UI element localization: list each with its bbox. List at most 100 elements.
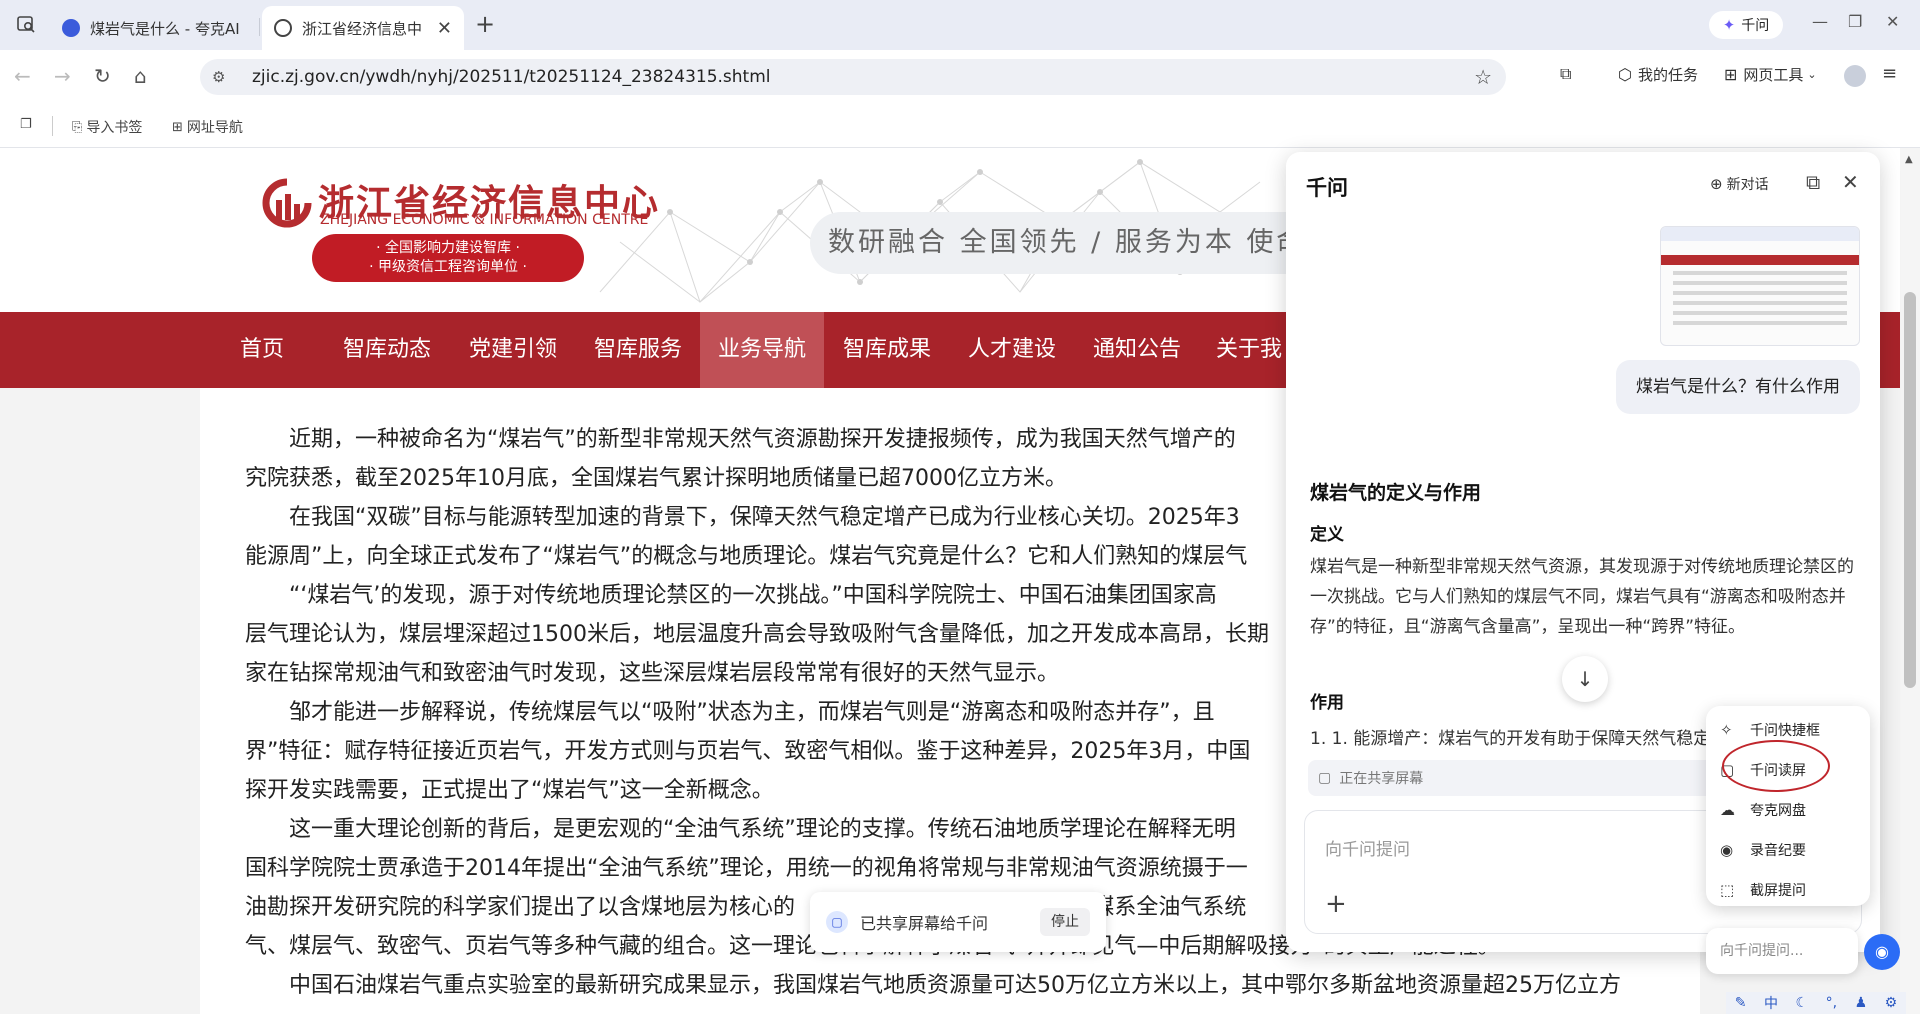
- qianwen-button[interactable]: ✦ 千问: [1709, 11, 1783, 39]
- menu-item-label: 录音纪要: [1750, 843, 1806, 859]
- ime-user-icon[interactable]: ♟: [1855, 995, 1868, 1011]
- bookmark-label: 网址导航: [186, 120, 243, 136]
- nav-notices[interactable]: 通知公告: [1074, 312, 1200, 388]
- qianwen-float-menu: ✧ 千问快捷框 ▢ 千问读屏 ☁ 夸克网盘 ◉ 录音纪要 ⬚ 截屏提问: [1706, 706, 1870, 906]
- sharing-status-text: 正在共享屏幕: [1339, 771, 1424, 787]
- bookmark-bar: ❐ ⎘ 导入书签 ⊞ 网址导航: [0, 104, 1920, 148]
- extensions-icon[interactable]: ⧉: [1560, 64, 1577, 84]
- new-chat-label: 新对话: [1726, 177, 1769, 193]
- scroll-up-icon[interactable]: ▲: [1905, 154, 1913, 165]
- badge-line: · 全国影响力建设智库 ·: [376, 240, 520, 256]
- site-slogan: 数研融合 全国领先 / 服务为本 使命: [810, 212, 1303, 274]
- nav-business[interactable]: 业务导航: [700, 312, 824, 388]
- highlight-circle: [1722, 740, 1830, 792]
- answer-definition: 煤岩气是一种新型非常规天然气资源，其发现源于对传统地质理论禁区的一次挑战。它与人…: [1310, 557, 1854, 637]
- menu-item-cloud-drive[interactable]: ☁ 夸克网盘: [1720, 796, 1806, 824]
- quick-box-icon: ✧: [1720, 721, 1733, 739]
- screen-share-bar: ▢ 已共享屏幕给千问 停止: [810, 892, 1106, 952]
- reload-icon[interactable]: ↻: [94, 64, 111, 88]
- nav-home[interactable]: 首页: [220, 312, 304, 388]
- new-tab-icon[interactable]: +: [475, 10, 495, 38]
- screen-share-icon: ▢: [1318, 770, 1332, 786]
- tab-title: 煤岩气是什么 - 夸克AI: [90, 19, 240, 38]
- menu-item-label: 夸克网盘: [1750, 803, 1806, 819]
- menu-item-recording[interactable]: ◉ 录音纪要: [1720, 836, 1806, 864]
- scrollbar-thumb[interactable]: [1904, 292, 1916, 688]
- recording-icon: ◉: [1720, 841, 1734, 859]
- my-tasks-button[interactable]: ⬡ 我的任务: [1618, 64, 1698, 85]
- site-logo-en: ZHEJIANG ECONOMIC & INFORMATION CENTRE: [320, 212, 649, 228]
- web-tools-button[interactable]: ⊞ 网页工具 ⌄: [1724, 64, 1817, 85]
- screenshot-thumbnail[interactable]: [1660, 226, 1860, 346]
- nav-about[interactable]: 关于我: [1200, 312, 1286, 388]
- site-badge: · 全国影响力建设智库 · · 甲级资信工程咨询单位 ·: [312, 234, 584, 282]
- restore-icon[interactable]: ❐: [1848, 12, 1862, 31]
- bookmark-nav[interactable]: ⊞ 网址导航: [172, 117, 243, 137]
- tab-close-icon[interactable]: ✕: [437, 18, 452, 39]
- nav-think-tank-news[interactable]: 智库动态: [324, 312, 450, 388]
- ime-moon-icon[interactable]: ☾: [1796, 995, 1809, 1011]
- grid-icon: ⊞: [1724, 65, 1738, 84]
- bookmark-star-icon[interactable]: ☆: [1474, 65, 1492, 89]
- site-favicon-icon: [274, 19, 292, 37]
- article-line: 中国石油煤岩气重点实验室的最新研究成果显示，我国煤岩气地质资源量可达50万亿立方…: [245, 973, 1621, 998]
- panel-close-icon[interactable]: ✕: [1842, 170, 1859, 194]
- avatar[interactable]: [1844, 65, 1866, 87]
- nav-achievements[interactable]: 智库成果: [824, 312, 950, 388]
- scroll-down-icon[interactable]: ↓: [1562, 656, 1608, 702]
- menu-item-label: 千问快捷框: [1750, 723, 1820, 739]
- screen-share-icon: ▢: [826, 911, 848, 933]
- address-bar[interactable]: ⚙ zjic.zj.gov.cn/ywdh/nyhj/202511/t20251…: [200, 59, 1506, 95]
- popout-icon[interactable]: ⧉: [1806, 170, 1820, 194]
- user-message: 煤岩气是什么？有什么作用: [1616, 360, 1860, 414]
- answer-section-title: 定义: [1310, 525, 1344, 545]
- ime-edit-icon[interactable]: ✎: [1735, 995, 1747, 1011]
- panel-title: 千问: [1306, 176, 1348, 200]
- mini-ask-input[interactable]: 向千问提问...: [1706, 928, 1858, 974]
- menu-item-label: 截屏提问: [1750, 883, 1806, 899]
- ime-punct-icon[interactable]: °,: [1826, 995, 1837, 1011]
- attach-plus-icon[interactable]: +: [1325, 889, 1347, 919]
- bookmark-import[interactable]: ⎘ 导入书签: [72, 117, 142, 137]
- close-window-icon[interactable]: ✕: [1886, 12, 1899, 31]
- quark-favicon-icon: [62, 19, 80, 37]
- chevron-down-icon: ⌄: [1807, 68, 1817, 81]
- menu-item-screenshot[interactable]: ⬚ 截屏提问: [1720, 876, 1806, 904]
- tab-quark-ai[interactable]: 煤岩气是什么 - 夸克AI: [50, 6, 258, 50]
- new-chat-icon: ⊕: [1710, 175, 1723, 193]
- site-logo-icon: [262, 178, 312, 228]
- import-icon: ⎘: [72, 119, 83, 135]
- stop-share-button[interactable]: 停止: [1040, 908, 1090, 936]
- my-tasks-label: 我的任务: [1637, 66, 1698, 84]
- address-bar-row: ← → ↻ ⌂ ⚙ zjic.zj.gov.cn/ywdh/nyhj/20251…: [0, 50, 1920, 104]
- task-icon: ⬡: [1618, 65, 1632, 84]
- back-icon[interactable]: ←: [14, 64, 31, 88]
- qianwen-fab-icon[interactable]: ◉: [1864, 934, 1900, 970]
- bookmark-manager-icon[interactable]: ❐: [20, 117, 36, 132]
- menu-icon[interactable]: ≡: [1882, 63, 1897, 84]
- url-text[interactable]: zjic.zj.gov.cn/ywdh/nyhj/202511/t2025112…: [252, 67, 1474, 87]
- qianwen-star-icon: ✦: [1722, 16, 1736, 34]
- site-info-icon[interactable]: ⚙: [212, 68, 232, 86]
- minimize-icon[interactable]: —: [1812, 12, 1828, 31]
- ime-lang[interactable]: 中: [1764, 993, 1778, 1013]
- ime-toolbar: ✎ 中 ☾ °, ♟ ⚙: [1726, 992, 1906, 1014]
- web-tools-label: 网页工具: [1743, 66, 1804, 84]
- new-chat-button[interactable]: ⊕ 新对话: [1710, 174, 1769, 194]
- nav-talent[interactable]: 人才建设: [950, 312, 1074, 388]
- tab-search-icon[interactable]: [14, 12, 38, 36]
- answer-title: 煤岩气的定义与作用: [1310, 482, 1482, 504]
- qianwen-button-label: 千问: [1741, 18, 1770, 34]
- forward-icon[interactable]: →: [54, 64, 71, 88]
- tab-zjic[interactable]: 浙江省经济信息中 ✕: [262, 6, 464, 50]
- answer-section-title: 作用: [1310, 693, 1344, 713]
- grid-icon: ⊞: [172, 119, 183, 135]
- home-icon[interactable]: ⌂: [134, 64, 147, 88]
- bookmark-label: 导入书签: [86, 120, 143, 136]
- cloud-drive-icon: ☁: [1720, 801, 1735, 819]
- badge-line: · 甲级资信工程咨询单位 ·: [369, 259, 527, 275]
- chat-input-placeholder: 向千问提问: [1325, 840, 1410, 860]
- nav-services[interactable]: 智库服务: [576, 312, 700, 388]
- nav-party-building[interactable]: 党建引领: [450, 312, 576, 388]
- ime-gear-icon[interactable]: ⚙: [1885, 995, 1898, 1011]
